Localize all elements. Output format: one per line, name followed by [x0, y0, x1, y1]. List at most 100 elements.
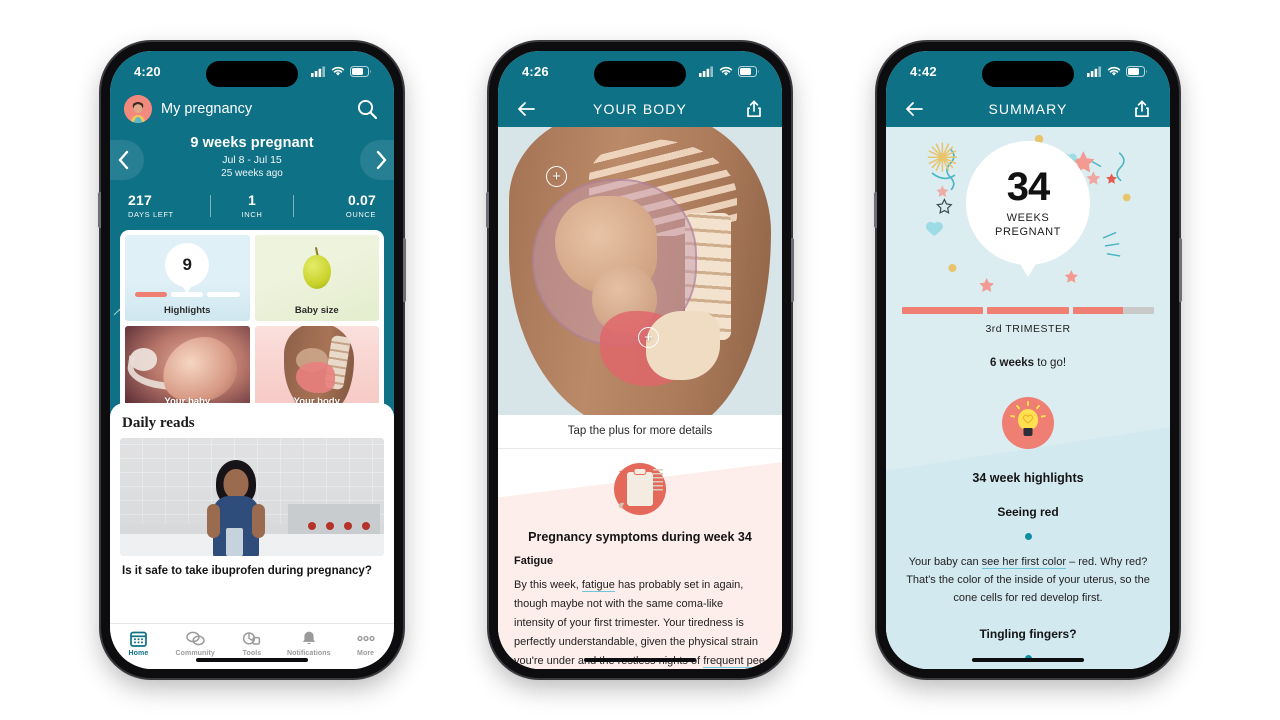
progress-segment	[171, 292, 204, 297]
cellular-signal-icon	[699, 66, 713, 77]
clipboard-health-icon	[614, 463, 666, 515]
highlight-section-title-1: Seeing red	[997, 505, 1059, 519]
home-indicator	[972, 658, 1084, 662]
plus-circle-icon[interactable]: +	[546, 166, 567, 187]
tile-your-body[interactable]: Your body	[254, 326, 379, 412]
stove-knob	[362, 522, 370, 530]
lightbulb-heart-icon	[1002, 397, 1054, 449]
ellipsis-icon	[356, 635, 375, 642]
stove-knob	[326, 522, 334, 530]
notch	[982, 61, 1074, 87]
app-header: My pregnancy	[110, 91, 394, 131]
share-icon	[1135, 100, 1149, 118]
section-title: Daily reads	[122, 415, 195, 431]
back-button[interactable]	[900, 95, 928, 123]
week-bubble-area: 34 WEEKS PREGNANT	[886, 127, 1170, 303]
share-button[interactable]	[1128, 95, 1156, 123]
highlight-section-title-2: Tingling fingers?	[979, 627, 1077, 642]
tile-highlights[interactable]: 9 Highlights	[125, 235, 250, 321]
highlights-week-badge: 9	[165, 243, 210, 287]
trimester-segment-2	[987, 307, 1069, 314]
status-time: 4:26	[522, 63, 549, 79]
trimester-label: 3rd TRIMESTER	[985, 323, 1071, 335]
article-subheading: Fatigue	[514, 555, 554, 568]
trimester-segment-3	[1072, 307, 1154, 314]
stat-days-left: 217 DAYS LEFT	[110, 192, 210, 219]
cellular-signal-icon	[311, 66, 325, 77]
article-body: By this week, fatigue has probably set i…	[514, 576, 766, 669]
home-content: My pregnancy 9 weeks pregnant Jul 8 - Ju…	[110, 91, 394, 623]
tab-home[interactable]: Home	[110, 630, 167, 657]
stove-knob	[344, 522, 352, 530]
stat-value: 217	[128, 192, 152, 208]
week-number: 34	[1006, 165, 1050, 209]
arrow-left-icon	[518, 102, 535, 116]
tab-label: More	[357, 650, 375, 657]
countdown-weeks: 6 weeks	[989, 357, 1035, 369]
uterus-illustration	[295, 362, 336, 394]
tab-label: Home	[128, 650, 149, 657]
week-title: 9 weeks pregnant	[190, 135, 314, 151]
battery-icon	[350, 65, 371, 77]
week-navigator: 9 weeks pregnant Jul 8 - Jul 15 25 weeks…	[110, 131, 394, 188]
bullet-dot	[1024, 533, 1032, 540]
phone-2-your-body: 4:26 YOUR BODY + + Tap the plus for more…	[486, 42, 794, 678]
share-button[interactable]	[740, 95, 768, 123]
tools-icon	[243, 632, 261, 645]
tab-community[interactable]: Community	[167, 630, 224, 657]
pelvis-illustration	[645, 311, 720, 381]
week-label-2: PREGNANT	[995, 226, 1061, 238]
anatomy-illustration[interactable]: + +	[498, 127, 782, 415]
search-icon[interactable]	[356, 98, 378, 120]
status-time: 4:42	[910, 63, 937, 79]
stats-row: 217 DAYS LEFT 1 INCH 0.07 OUNCE	[110, 188, 394, 230]
trimester-segment-1	[902, 307, 984, 314]
stat-weight: 0.07 OUNCE	[294, 192, 394, 219]
tile-label: Highlights	[164, 305, 211, 316]
phone-1-home: 4:20 My pregnancy 9 weeks pregnant Jul 8…	[98, 42, 406, 678]
article-thumbnail[interactable]	[120, 438, 384, 556]
inline-link-fatigue[interactable]: fatigue	[581, 579, 615, 593]
plus-circle-icon[interactable]: +	[638, 327, 659, 348]
stat-label: OUNCE	[345, 210, 376, 219]
tile-baby-size[interactable]: Baby size	[254, 235, 379, 321]
home-indicator	[196, 658, 308, 662]
bell-icon	[302, 631, 315, 645]
wifi-icon	[719, 66, 733, 76]
week-bubble: 34 WEEKS PREGNANT	[966, 141, 1090, 265]
week-date-range: Jul 8 - Jul 15	[222, 154, 282, 166]
summary-tiles-card: 9 Highlights Baby size Your baby Your bo…	[120, 230, 384, 417]
tile-your-baby[interactable]: Your baby	[125, 326, 250, 412]
tab-label: Tools	[242, 650, 262, 657]
chevron-right-icon	[376, 150, 386, 169]
highlights-progress	[135, 292, 240, 297]
notch	[594, 61, 686, 87]
article-section: Pregnancy symptoms during week 34 Fatigu…	[498, 449, 782, 669]
nav-bar: SUMMARY	[886, 91, 1170, 127]
battery-icon	[738, 65, 759, 77]
share-icon	[747, 100, 761, 118]
tab-label: Community	[175, 650, 215, 657]
tab-tools[interactable]: Tools	[224, 630, 281, 657]
inline-link-first-color[interactable]: see her first color	[981, 556, 1067, 569]
tab-more[interactable]: More	[337, 630, 394, 657]
user-avatar-icon[interactable]	[124, 95, 152, 123]
bottom-tab-bar: Home Community Tools Notifications More	[110, 623, 394, 669]
text-part-1: Your baby can	[908, 556, 982, 568]
stat-label: DAYS LEFT	[128, 210, 174, 219]
phone-mockup-stage: 4:20 My pregnancy 9 weeks pregnant Jul 8…	[0, 0, 1280, 720]
progress-segment	[135, 292, 168, 297]
wifi-icon	[331, 66, 345, 76]
article-title[interactable]: Is it safe to take ibuprofen during preg…	[120, 556, 384, 578]
cellular-signal-icon	[1087, 66, 1101, 77]
page-title: My pregnancy	[161, 101, 253, 117]
next-week-button[interactable]	[360, 139, 394, 180]
stat-value: 1	[248, 192, 256, 208]
back-button[interactable]	[512, 95, 540, 123]
tile-label: Baby size	[294, 305, 339, 316]
tab-notifications[interactable]: Notifications	[280, 630, 337, 657]
phone-3-summary: 4:42 SUMMARY 34 WEEKS PREGNANT 3rd TRIME…	[874, 42, 1182, 678]
notch	[206, 61, 298, 87]
week-relative: 25 weeks ago	[221, 168, 283, 179]
water-glass	[225, 528, 243, 556]
